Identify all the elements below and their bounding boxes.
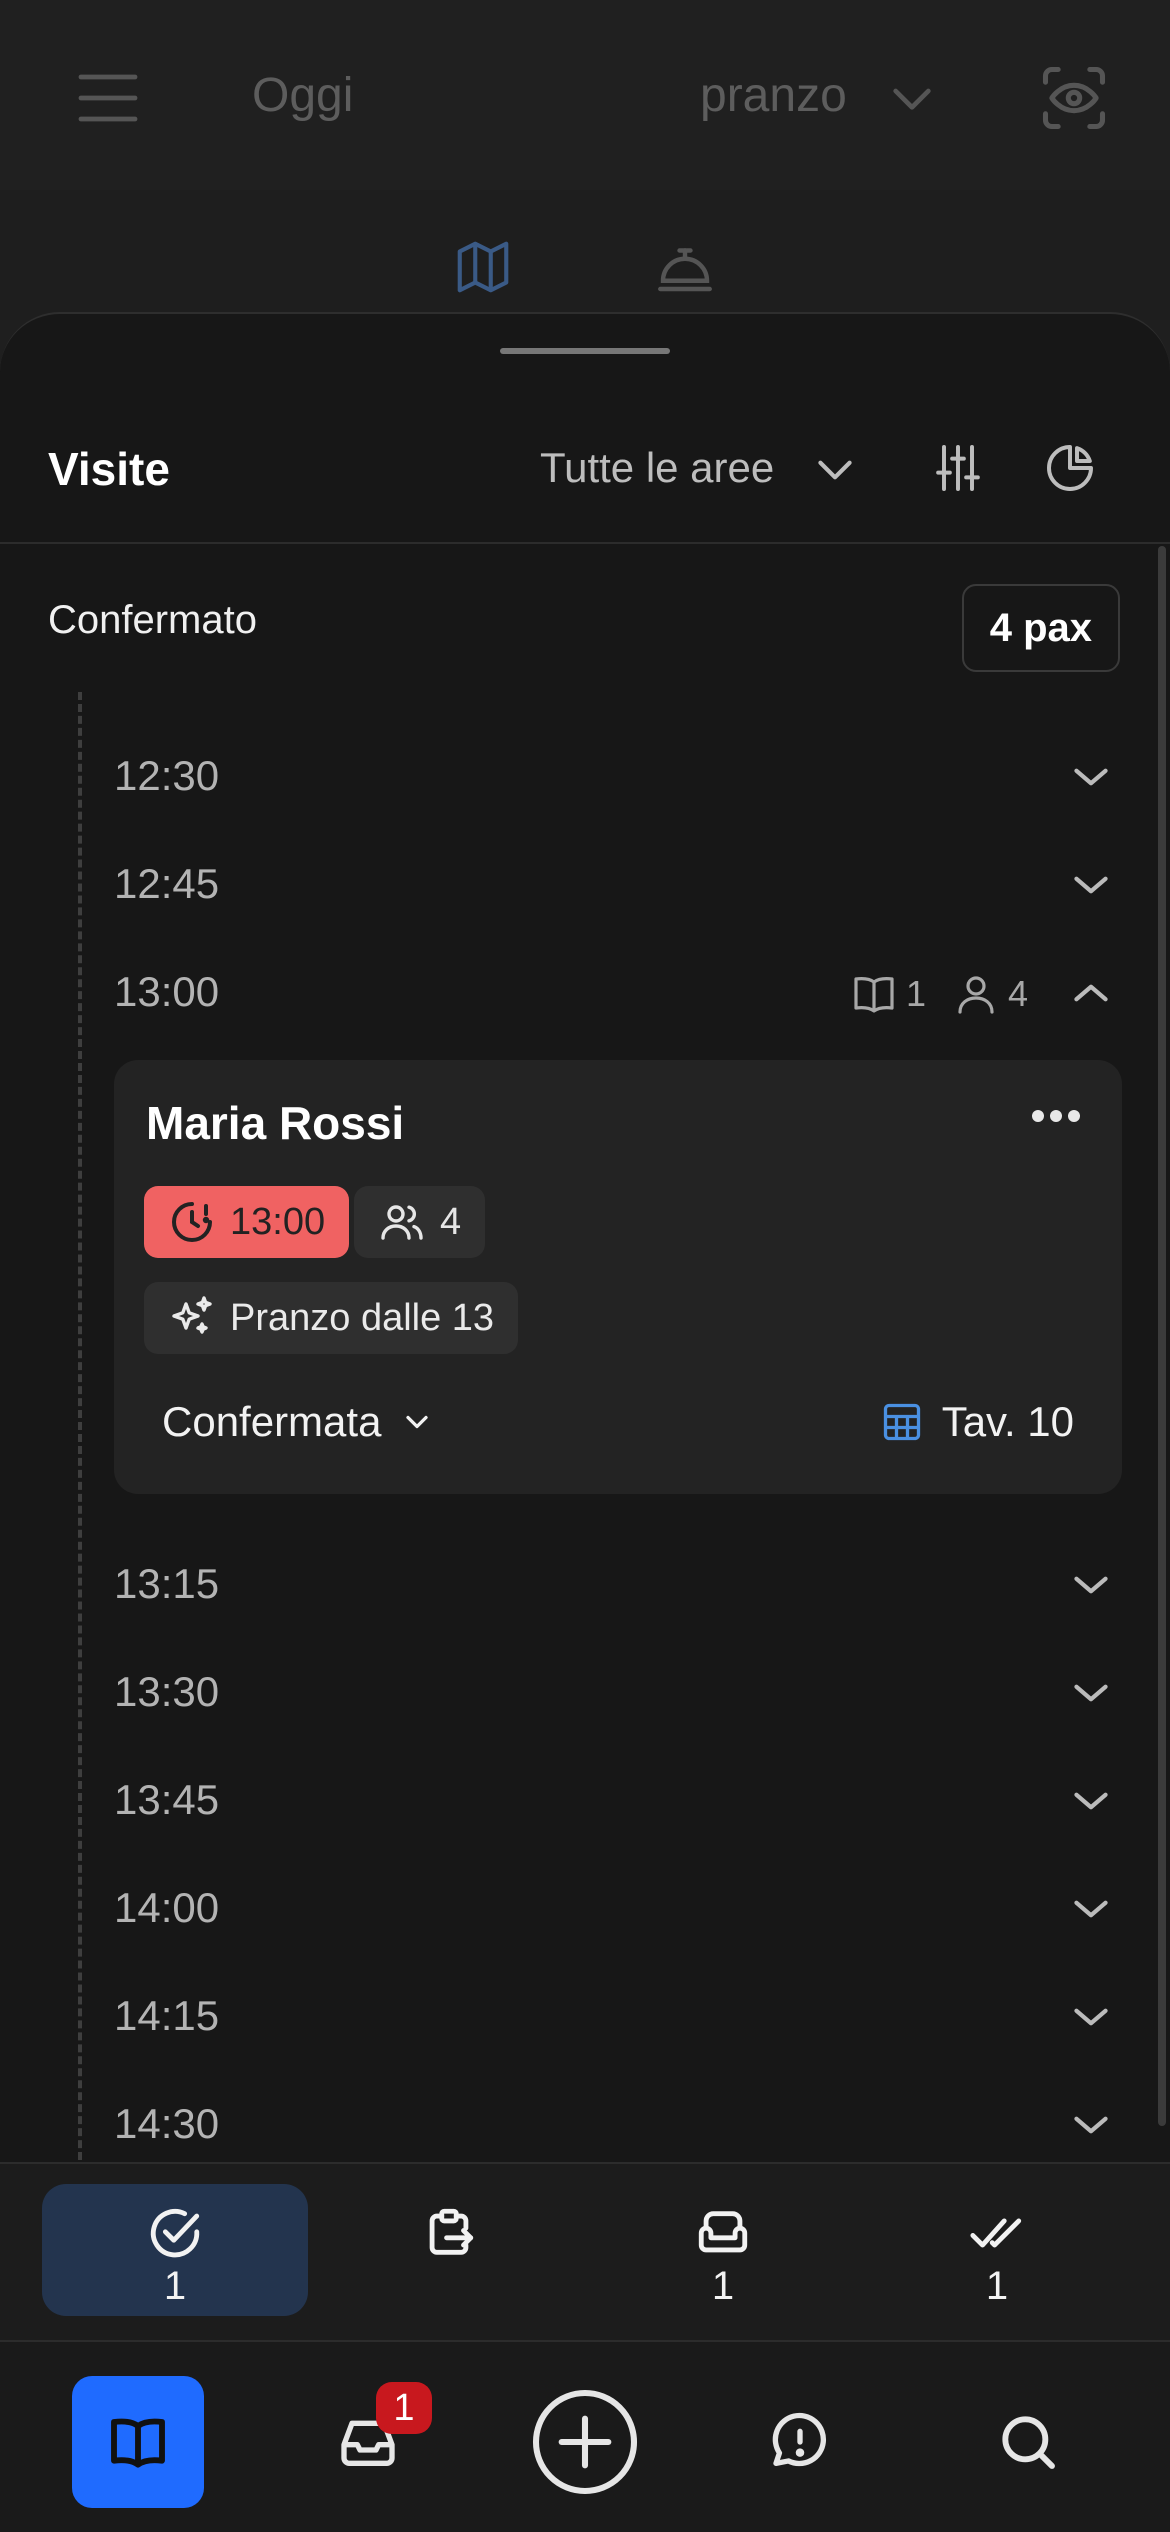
reservation-time: 13:00 bbox=[230, 1200, 326, 1243]
person-icon bbox=[958, 976, 994, 1014]
reservation-card[interactable]: Maria Rossi 13:00 4 Pranzo dalle 13 Conf… bbox=[114, 1060, 1122, 1494]
time-slot[interactable]: 12:45 bbox=[0, 836, 1150, 936]
visits-sheet: Visite Tutte le aree Confermato 4 pax 12… bbox=[0, 312, 1170, 2164]
area-filter[interactable]: Tutte le aree bbox=[540, 444, 774, 492]
slot-time: 14:30 bbox=[114, 2100, 220, 2147]
chevron-down-icon bbox=[406, 1415, 429, 1429]
scrollbar[interactable] bbox=[1158, 546, 1166, 2126]
offer-label: Pranzo dalle 13 bbox=[230, 1296, 495, 1339]
tab-completed[interactable]: 1 bbox=[864, 2184, 1130, 2316]
bottom-navigation: 1 bbox=[0, 2340, 1170, 2532]
nav-add[interactable] bbox=[519, 2376, 651, 2508]
service-selector[interactable]: pranzo bbox=[700, 68, 847, 123]
clipboard-export-icon bbox=[429, 2208, 474, 2255]
sheet-grabber[interactable] bbox=[500, 348, 670, 354]
late-time-chip: 13:00 bbox=[144, 1186, 350, 1258]
users-icon bbox=[381, 1205, 423, 1240]
slot-time: 14:00 bbox=[114, 1884, 220, 1931]
chevron-up-icon[interactable] bbox=[1066, 968, 1116, 1018]
eye-scan-icon[interactable] bbox=[1036, 60, 1112, 136]
slot-time: 13:45 bbox=[114, 1776, 220, 1823]
status-group-header: Confermato 4 pax bbox=[0, 562, 1150, 682]
book-icon bbox=[854, 977, 894, 1013]
nav-reservations[interactable] bbox=[72, 2376, 204, 2508]
chevron-down-icon[interactable] bbox=[1066, 860, 1116, 910]
tab-count: 1 bbox=[985, 2264, 1009, 2308]
map-icon[interactable] bbox=[452, 236, 514, 298]
top-bar: Oggi pranzo bbox=[0, 0, 1170, 190]
sliders-icon[interactable] bbox=[930, 440, 986, 496]
guest-count: 4 bbox=[1008, 973, 1029, 1014]
chevron-down-icon[interactable] bbox=[1066, 1992, 1116, 2042]
time-slot[interactable]: 14:15 bbox=[0, 1968, 1150, 2068]
offer-chip: Pranzo dalle 13 bbox=[144, 1282, 519, 1354]
sheet-title: Visite bbox=[48, 443, 170, 495]
nav-search[interactable] bbox=[962, 2376, 1094, 2508]
divider bbox=[0, 542, 1170, 544]
booking-count: 1 bbox=[906, 973, 927, 1014]
slot-time: 12:45 bbox=[114, 860, 220, 907]
slot-time: 13:15 bbox=[114, 1560, 220, 1607]
chevron-down-icon[interactable] bbox=[810, 444, 860, 494]
clock-alert-icon bbox=[172, 1202, 212, 1242]
slot-time: 14:15 bbox=[114, 1992, 220, 2039]
chevron-down-icon[interactable] bbox=[884, 70, 940, 126]
sheet-header: Visite Tutte le aree bbox=[0, 414, 1170, 544]
chevron-down-icon[interactable] bbox=[1066, 752, 1116, 802]
table-label: Tav. 10 bbox=[941, 1398, 1074, 1445]
more-options-icon[interactable] bbox=[1026, 1096, 1086, 1136]
day-selector[interactable]: Oggi bbox=[252, 68, 353, 123]
double-check-icon bbox=[970, 2218, 1022, 2248]
reservation-status-dropdown[interactable]: Confermata bbox=[162, 1398, 435, 1446]
time-slot[interactable]: 13:15 bbox=[0, 1536, 1150, 1636]
time-slot[interactable]: 12:30 bbox=[0, 728, 1150, 828]
chevron-down-icon[interactable] bbox=[1066, 1560, 1116, 1610]
time-slot[interactable]: 14:00 bbox=[0, 1860, 1150, 1960]
guests-chip: 4 bbox=[354, 1186, 486, 1258]
hamburger-menu-icon[interactable] bbox=[72, 62, 144, 134]
view-tabs bbox=[0, 190, 1170, 320]
tab-confirmed[interactable]: 1 bbox=[42, 2184, 308, 2316]
tab-checkout[interactable] bbox=[316, 2184, 582, 2316]
search-icon bbox=[1002, 2416, 1055, 2469]
slot-summary: 1 4 bbox=[850, 964, 1028, 1024]
tab-count: 1 bbox=[711, 2264, 735, 2308]
sofa-icon bbox=[698, 2211, 748, 2253]
table-grid-icon bbox=[883, 1403, 920, 1441]
pie-chart-icon[interactable] bbox=[1042, 440, 1098, 496]
service-bell-icon[interactable] bbox=[652, 234, 718, 300]
chevron-down-icon[interactable] bbox=[1066, 1884, 1116, 1934]
chevron-down-icon[interactable] bbox=[1066, 1668, 1116, 1718]
book-open-icon bbox=[111, 2418, 165, 2468]
tab-count: 1 bbox=[163, 2264, 187, 2308]
status-group-label: Confermato bbox=[48, 598, 257, 642]
status-quick-tabs: 1 1 1 bbox=[0, 2162, 1170, 2340]
time-slot-expanded[interactable]: 13:00 1 4 bbox=[0, 944, 1150, 1044]
guest-name: Maria Rossi bbox=[146, 1097, 405, 1149]
time-slot[interactable]: 13:30 bbox=[0, 1644, 1150, 1744]
slot-time: 13:30 bbox=[114, 1668, 220, 1715]
chevron-down-icon[interactable] bbox=[1066, 2100, 1116, 2150]
inbox-badge: 1 bbox=[376, 2382, 432, 2434]
tab-seated[interactable]: 1 bbox=[590, 2184, 856, 2316]
chevron-down-icon[interactable] bbox=[1066, 1776, 1116, 1826]
table-assignment[interactable]: Tav. 10 bbox=[880, 1398, 1074, 1446]
nav-messages[interactable] bbox=[734, 2376, 866, 2508]
slot-time: 13:00 bbox=[114, 968, 220, 1015]
sparkles-icon bbox=[172, 1296, 212, 1334]
reservation-status: Confermata bbox=[162, 1398, 382, 1445]
pax-badge: 4 pax bbox=[961, 584, 1120, 672]
check-circle-icon bbox=[150, 2209, 200, 2258]
guests-count: 4 bbox=[440, 1200, 462, 1243]
time-slot[interactable]: 13:45 bbox=[0, 1752, 1150, 1852]
message-alert-icon bbox=[772, 2412, 827, 2467]
time-slot[interactable]: 14:30 bbox=[0, 2076, 1150, 2164]
slot-time: 12:30 bbox=[114, 752, 220, 799]
plus-circle-icon bbox=[532, 2389, 638, 2495]
